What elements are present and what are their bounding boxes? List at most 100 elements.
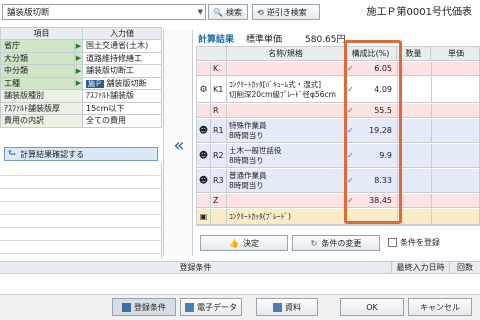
- page-title: 施工Ｐ第0001号代価表: [366, 7, 472, 18]
- row-code: Z: [211, 194, 227, 207]
- cancel-label: キャンセル: [420, 302, 460, 312]
- table-row[interactable]: K ✓ 6.05: [197, 62, 479, 76]
- row-value: 道路維持修繕工: [82, 51, 162, 65]
- electronic-data-label: 電子データ: [197, 302, 237, 312]
- col-last-date-header: 最終入力日時: [392, 262, 450, 274]
- row-name-line2: 切削深20cm級ﾌﾞﾚｰﾄﾞ径φ56cm: [229, 89, 336, 99]
- row-name-line1: ｺﾝｸﾘｰﾄｶｯﾀ(ﾌﾞﾚｰﾄﾞ): [229, 211, 292, 221]
- category-combo-value: 舗装版切断: [7, 8, 50, 18]
- ok-label: OK: [366, 302, 378, 312]
- category-combo[interactable]: 舗装版切断 ▼: [2, 4, 206, 20]
- arrow-return-icon: ⮑: [8, 149, 17, 159]
- cell-divider: [431, 77, 432, 102]
- table-row[interactable]: 費用の内訳 全ての費用: [0, 114, 162, 128]
- change-condition-button[interactable]: ↻ 条件の変更: [292, 235, 380, 251]
- row-icon-blank: [197, 104, 211, 117]
- checkbox-box[interactable]: [388, 238, 397, 247]
- registered-conditions-label: 登録条件: [134, 302, 166, 312]
- row-icon-blank: [197, 62, 211, 75]
- row-icon-blank: [197, 194, 211, 207]
- confirm-result-row[interactable]: ⮑ 計算結果確認する: [4, 147, 158, 161]
- table-row[interactable]: 舗装版種別 ｱｽﾌｧﾙﾄ舗装版: [0, 89, 162, 103]
- ratio-highlight-frame: [344, 40, 402, 224]
- table-row[interactable]: 大分類 ▶ 道路維持修繕工: [0, 51, 162, 65]
- row-label: 費用の内訳: [0, 114, 83, 128]
- row-name-line1: 普通作業員: [229, 170, 267, 180]
- row-name: ｺﾝｸﾘｰﾄｶｯﾀ[ﾊﾞｷｭｰﾑ式・湿式] 切削深20cm級ﾌﾞﾚｰﾄﾞ径φ56…: [227, 77, 345, 102]
- row-label: 工種: [0, 76, 75, 90]
- cell-divider: [431, 169, 432, 192]
- table-row[interactable]: ｱｽﾌｧﾙﾄ舗装版厚 15cm以下: [0, 101, 162, 115]
- row-name-line2: 8時間当り: [229, 155, 264, 165]
- table-row[interactable]: ⚙ K1 ｺﾝｸﾘｰﾄｶｯﾀ[ﾊﾞｷｭｰﾑ式・湿式] 切削深20cm級ﾌﾞﾚｰﾄ…: [197, 77, 479, 103]
- row-name-line1: 土木一般世話役: [229, 145, 282, 155]
- row-name: [227, 62, 345, 75]
- row-value-cell: 施Ｐ 舗装版切断: [82, 76, 162, 90]
- data-icon: [185, 302, 194, 312]
- table-row[interactable]: Z ✓ 38.45: [197, 194, 479, 208]
- std-price-label: 標準単価: [246, 35, 283, 45]
- row-name-line2: 8時間当り: [229, 130, 264, 140]
- row-label: 大分類: [0, 51, 75, 65]
- col-qty-header: 数量: [397, 47, 431, 61]
- confirm-result-label: 計算結果確認する: [20, 149, 85, 159]
- documents-button[interactable]: 資料: [256, 298, 318, 316]
- row-name-line1: 特殊作業員: [229, 120, 267, 130]
- documents-label: 資料: [285, 302, 301, 312]
- cell-divider: [431, 144, 432, 167]
- triangle-right-icon: ▶: [74, 64, 83, 78]
- decide-label: 決定: [242, 238, 259, 248]
- table-row[interactable]: 省庁 ▶ 国土交通省(土木): [0, 39, 162, 53]
- table-row[interactable]: ☻ R1 特殊作業員 8時間当り ✓ 19.28: [197, 119, 479, 143]
- input-table-header: 項目 入力値: [0, 27, 162, 40]
- register-condition-label: 条件を登録: [400, 238, 440, 247]
- table-row[interactable]: ☻ R2 土木一般世話役 8時間当り ✓ 9.9: [197, 144, 479, 168]
- registered-conditions-button[interactable]: 登録条件: [112, 298, 176, 316]
- col-unit-price-header: 単価: [431, 47, 479, 61]
- material-icon: ▣: [197, 209, 211, 224]
- col-count-header: 回数: [457, 263, 473, 272]
- triangle-right-icon: ▶: [74, 51, 83, 65]
- col-conditions-header: 登録条件: [0, 262, 392, 274]
- decide-button[interactable]: 👍 決定: [200, 235, 288, 251]
- row-name-line2: 8時間当り: [229, 180, 264, 190]
- reverse-search-button[interactable]: ⟲ 逆引き検索: [252, 4, 320, 20]
- refresh-icon: ↻: [310, 238, 318, 248]
- row-label: 省庁: [0, 39, 75, 53]
- row-value: ｱｽﾌｧﾙﾄ舗装版: [82, 89, 162, 103]
- row-value: 全ての費用: [82, 114, 162, 128]
- reverse-search-icon: ⟲: [257, 7, 264, 17]
- collapse-panel-icon[interactable]: «: [168, 120, 190, 170]
- empty-grid-area: [0, 163, 162, 259]
- machine-icon: ⚙: [197, 77, 211, 102]
- table-row[interactable]: R ✓ 55.5: [197, 104, 479, 118]
- worker-icon: ☻: [197, 169, 211, 192]
- conditions-icon: [122, 302, 131, 312]
- register-condition-checkbox[interactable]: 条件を登録: [388, 237, 440, 248]
- triangle-right-icon: ▶: [74, 39, 83, 53]
- table-row[interactable]: 工種 ▶ 施Ｐ 舗装版切断: [0, 76, 162, 90]
- conditions-header: 登録条件 最終入力日時 回数: [0, 261, 480, 274]
- std-price-value: 580.65円: [305, 35, 346, 45]
- conditions-list: [0, 275, 480, 293]
- table-row[interactable]: ☻ R3 普通作業員 8時間当り ✓ 8.33: [197, 169, 479, 193]
- thumbs-up-icon: 👍: [229, 238, 239, 248]
- cell-divider: [431, 104, 432, 117]
- search-button[interactable]: 🔍 検索: [208, 4, 248, 20]
- cell-divider: [431, 194, 432, 207]
- table-row[interactable]: ▣ ｺﾝｸﾘｰﾄｶｯﾀ(ﾌﾞﾚｰﾄﾞ): [197, 209, 479, 225]
- electronic-data-button[interactable]: 電子データ: [180, 298, 242, 316]
- ok-button[interactable]: OK: [340, 298, 404, 316]
- triangle-right-icon: ▶: [74, 76, 83, 90]
- col-name-header: 名称/規格: [227, 47, 345, 61]
- row-value: 舗装版切断工: [82, 64, 162, 78]
- table-row[interactable]: 中分類 ▶ 舗装版切断工: [0, 64, 162, 78]
- row-code: R: [211, 104, 227, 117]
- kind-badge: 施Ｐ: [86, 79, 104, 88]
- row-code: [211, 209, 227, 224]
- row-name: 特殊作業員 8時間当り: [227, 119, 345, 142]
- row-name: 普通作業員 8時間当り: [227, 169, 345, 192]
- worker-icon: ☻: [197, 119, 211, 142]
- cell-divider: [431, 62, 432, 75]
- cancel-button[interactable]: キャンセル: [408, 298, 472, 316]
